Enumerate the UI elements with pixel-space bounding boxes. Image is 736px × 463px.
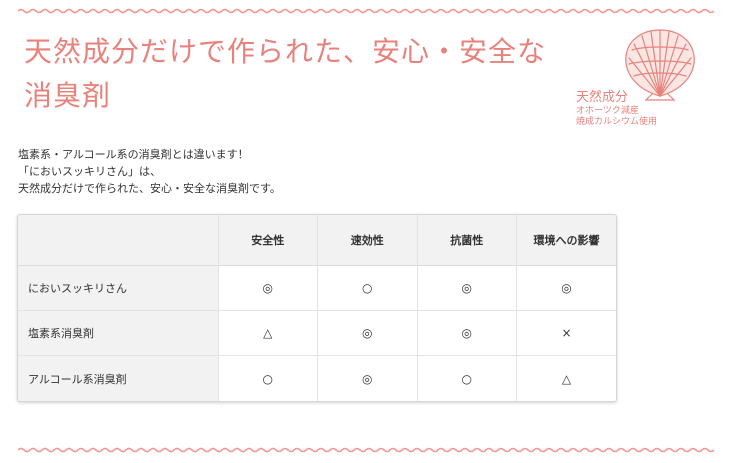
rating-cell: ○ — [217, 355, 318, 401]
rating-cell: ◎ — [516, 265, 616, 311]
rating-cell: △ — [516, 355, 616, 401]
comparison-table-grid: 安全性 速効性 抗菌性 環境への影響 においスッキリさん ◎ ○ ◎ ◎ 塩素系… — [18, 215, 616, 401]
header-antibacterial: 抗菌性 — [416, 215, 517, 266]
wavy-divider-bottom — [18, 447, 714, 453]
header-environment: 環境への影響 — [516, 215, 616, 266]
table-row: アルコール系消臭剤 ○ ◎ ○ △ — [18, 355, 616, 401]
title-line-1: 天然成分だけで作られた、安心・安全な — [24, 35, 547, 68]
rating-cell: ◎ — [317, 310, 417, 357]
header-speed: 速効性 — [317, 215, 417, 266]
header-cell-empty — [18, 215, 218, 266]
scallop-shell-icon — [625, 29, 695, 101]
rating-cell: ◎ — [317, 355, 417, 401]
intro-text: 塩素系・アルコール系の消臭剤とは違います！ 「においスッキリさん」は、 天然成分… — [18, 146, 558, 197]
intro-line-3: 天然成分だけで作られた、安心・安全な消臭剤です。 — [18, 182, 281, 195]
rating-cell: ○ — [317, 265, 417, 311]
row-label: においスッキリさん — [18, 265, 218, 311]
table-row: においスッキリさん ◎ ○ ◎ ◎ — [18, 265, 616, 311]
page-title: 天然成分だけで作られた、安心・安全な 消臭剤 — [24, 30, 604, 118]
wavy-divider-top — [18, 8, 714, 14]
header-safety: 安全性 — [217, 215, 318, 266]
table-row: 塩素系消臭剤 △ ◎ ◎ × — [18, 310, 616, 357]
rating-cell: ○ — [416, 355, 517, 401]
rating-cell: ◎ — [416, 310, 517, 357]
badge-title: 天然成分 — [576, 90, 629, 105]
intro-line-2: 「においスッキリさん」は、 — [18, 165, 161, 178]
title-line-2: 消臭剤 — [24, 79, 112, 112]
rating-cell: × — [516, 310, 616, 357]
rating-cell: △ — [217, 310, 318, 357]
row-label: 塩素系消臭剤 — [18, 310, 218, 357]
comparison-table: 安全性 速効性 抗菌性 環境への影響 においスッキリさん ◎ ○ ◎ ◎ 塩素系… — [17, 214, 617, 402]
row-label: アルコール系消臭剤 — [18, 355, 218, 401]
product-section: 天然成分だけで作られた、安心・安全な 消臭剤 天然成分 オホーツク減産 焼成カル… — [0, 0, 736, 463]
rating-cell: ◎ — [416, 265, 517, 311]
table-header-row: 安全性 速効性 抗菌性 環境への影響 — [18, 215, 616, 266]
intro-line-1: 塩素系・アルコール系の消臭剤とは違います！ — [18, 148, 249, 161]
badge-subtitle-2: 焼成カルシウム使用 — [576, 117, 658, 127]
badge-subtitle-1: オホーツク減産 — [576, 106, 639, 116]
rating-cell: ◎ — [217, 265, 318, 311]
